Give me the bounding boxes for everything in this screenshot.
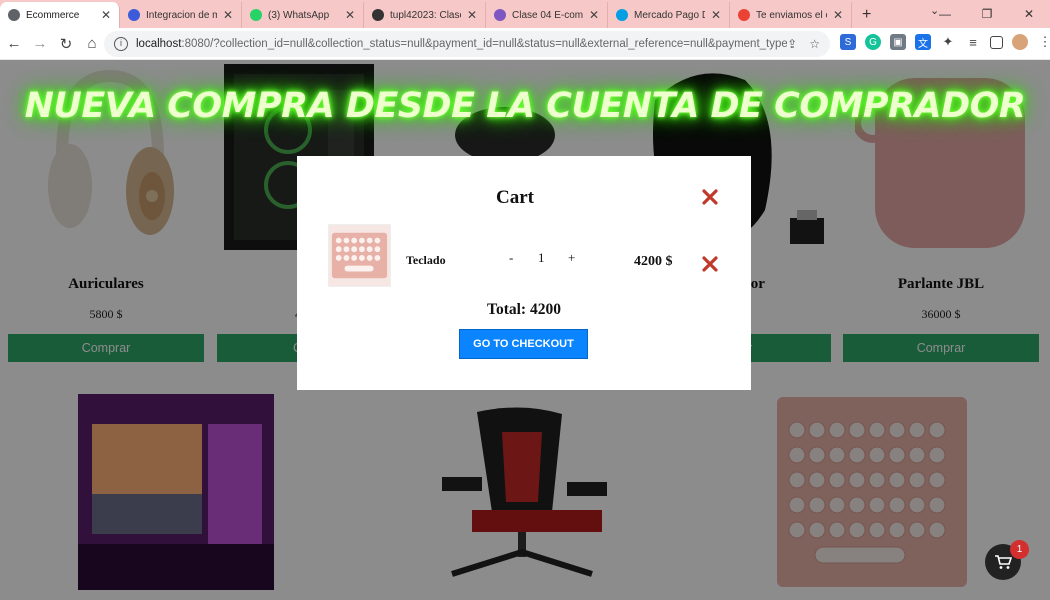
- gmail-icon: [738, 9, 750, 21]
- browser-toolbar: ← → ↻ ⌂ i localhost:8080/?collection_id=…: [0, 28, 1050, 60]
- cart-icon: [995, 555, 1012, 569]
- cart-item-image: [328, 224, 391, 287]
- cart-item-price: 4200 $: [634, 254, 673, 269]
- extensions-puzzle-icon[interactable]: ✦: [940, 34, 956, 50]
- tab-label: Mercado Pago D: [634, 9, 705, 21]
- app-icon: [128, 9, 140, 21]
- tab-close-icon[interactable]: ✕: [223, 8, 233, 22]
- close-window-button[interactable]: ✕: [1008, 7, 1050, 21]
- github-icon: [372, 9, 384, 21]
- mercadopago-icon: [616, 9, 628, 21]
- tab-label: Clase 04 E-comm: [512, 9, 583, 21]
- window-controls: — ❐ ✕: [924, 0, 1050, 28]
- close-icon[interactable]: [702, 189, 718, 205]
- bookmark-star-icon[interactable]: ☆: [809, 37, 820, 51]
- forward-icon[interactable]: →: [28, 35, 52, 52]
- cart-title: Cart: [496, 187, 534, 208]
- tab-close-icon[interactable]: ✕: [345, 8, 355, 22]
- url-path: :8080/?collection_id=null&collection_sta…: [181, 38, 788, 50]
- tab-close-icon[interactable]: ✕: [467, 8, 477, 22]
- tab-label: Integracion de m: [146, 9, 217, 21]
- tab-close-icon[interactable]: ✕: [711, 8, 721, 22]
- share-icon[interactable]: ⇪: [787, 37, 797, 51]
- cart-modal: Cart Teclado - 1 + 4200 $ Total: 4200 GO…: [297, 156, 751, 390]
- profile-avatar[interactable]: [1012, 34, 1028, 50]
- browser-menu-icon[interactable]: ⋮: [1037, 34, 1050, 50]
- checkout-button[interactable]: GO TO CHECKOUT: [459, 329, 588, 359]
- tab-label: (3) WhatsApp: [268, 9, 330, 21]
- browser-tab[interactable]: tupl42023: Clase ✕: [364, 2, 486, 28]
- extensions-area: S G ▣ 文 ✦ ≡ ⋮: [840, 34, 1050, 50]
- browser-tab[interactable]: Clase 04 E-comm ✕: [486, 2, 608, 28]
- browser-tab[interactable]: Ecommerce ✕: [0, 2, 120, 28]
- tab-label: Te enviamos el c: [756, 9, 827, 21]
- back-icon[interactable]: ←: [2, 35, 26, 52]
- quantity-value: 1: [538, 250, 545, 265]
- minimize-button[interactable]: —: [924, 7, 966, 21]
- site-info-icon[interactable]: i: [114, 37, 128, 51]
- screen-capture-extension-icon[interactable]: ▣: [890, 34, 906, 50]
- skype-extension-icon[interactable]: S: [840, 34, 856, 50]
- cart-total: Total: 4200: [487, 301, 561, 318]
- side-panel-icon[interactable]: [990, 35, 1003, 49]
- tab-label: Ecommerce: [26, 9, 80, 21]
- tab-label: tupl42023: Clase: [390, 9, 461, 21]
- tab-close-icon[interactable]: ✕: [833, 8, 843, 22]
- translate-extension-icon[interactable]: 文: [915, 34, 931, 50]
- grammarly-extension-icon[interactable]: G: [865, 34, 881, 50]
- banner-text: NUEVA COMPRA DESDE LA CUENTA DE COMPRADO…: [24, 86, 1026, 126]
- cart-count-badge: 1: [1010, 540, 1029, 559]
- browser-tab[interactable]: Te enviamos el c ✕: [730, 2, 852, 28]
- remove-item-icon[interactable]: [702, 256, 718, 272]
- tab-close-icon[interactable]: ✕: [101, 8, 111, 22]
- new-tab-button[interactable]: +: [852, 2, 881, 28]
- increase-quantity-button[interactable]: +: [568, 250, 575, 266]
- tab-list: Ecommerce ✕ Integracion de m ✕ (3) WhatsApp ✕…: [0, 0, 852, 28]
- tab-close-icon[interactable]: ✕: [589, 8, 599, 22]
- address-bar[interactable]: i localhost:8080/?collection_id=null&col…: [104, 31, 830, 57]
- browser-tab[interactable]: Mercado Pago D ✕: [608, 2, 730, 28]
- url-host: localhost: [136, 38, 182, 50]
- whatsapp-icon: [250, 9, 262, 21]
- classroom-icon: [494, 9, 506, 21]
- decrease-quantity-button[interactable]: -: [509, 250, 513, 266]
- globe-icon: [8, 9, 20, 21]
- cart-item-name: Teclado: [406, 253, 446, 267]
- browser-tab[interactable]: (3) WhatsApp ✕: [242, 2, 364, 28]
- page-content: Auriculares 5800 $ Comprar 4 C olor r Pa…: [0, 60, 1050, 600]
- tab-strip: Ecommerce ✕ Integracion de m ✕ (3) WhatsApp ✕…: [0, 0, 1050, 28]
- home-icon[interactable]: ⌂: [80, 35, 104, 52]
- restore-button[interactable]: ❐: [966, 7, 1008, 21]
- browser-tab[interactable]: Integracion de m ✕: [120, 2, 242, 28]
- url-text[interactable]: localhost:8080/?collection_id=null&colle…: [136, 38, 787, 50]
- reload-icon[interactable]: ↻: [54, 35, 78, 53]
- media-queue-icon[interactable]: ≡: [965, 34, 981, 50]
